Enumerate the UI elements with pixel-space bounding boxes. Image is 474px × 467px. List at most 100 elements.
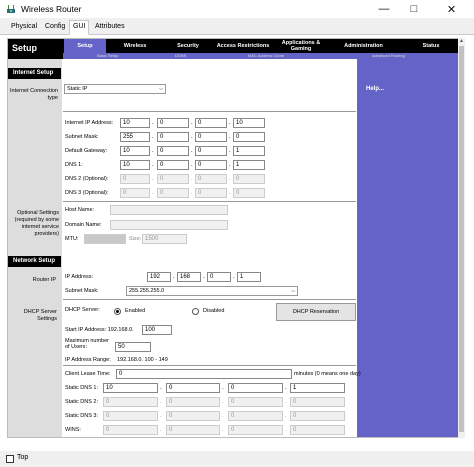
dhcp-settings-label: DHCP Server Settings bbox=[23, 309, 57, 322]
router-ip-octet-4[interactable]: 1 bbox=[237, 272, 261, 282]
static-dns1-label: Static DNS 1: bbox=[65, 385, 99, 391]
static-dns2-label: Static DNS 2: bbox=[65, 399, 99, 405]
wins-octet-2[interactable]: 0 bbox=[166, 425, 220, 435]
lease-time-input[interactable]: 0 bbox=[116, 369, 292, 379]
wins-octet-1[interactable]: 0 bbox=[103, 425, 158, 435]
top-checkbox[interactable] bbox=[6, 455, 14, 463]
max-users-label: Maximum number of Users: bbox=[65, 338, 110, 350]
tab-physical[interactable]: Physical bbox=[8, 21, 40, 34]
static-dns3-octet-3[interactable]: 0 bbox=[228, 411, 283, 421]
wins-octet-3[interactable]: 0 bbox=[228, 425, 283, 435]
subnet-mask-octet-2[interactable]: 0 bbox=[157, 132, 189, 142]
vertical-scrollbar[interactable]: ▲ bbox=[458, 38, 465, 438]
router-ip-octet-3[interactable]: 0 bbox=[207, 272, 231, 282]
mtu-size-input[interactable]: 1500 bbox=[142, 234, 187, 244]
tab-config[interactable]: Config bbox=[42, 21, 68, 34]
static-dns1-octet-4[interactable]: 1 bbox=[290, 383, 345, 393]
static-dns3-octet-4[interactable]: 0 bbox=[290, 411, 345, 421]
scroll-up-icon[interactable]: ▲ bbox=[458, 38, 465, 45]
dns2-octet-3[interactable]: 0 bbox=[195, 174, 227, 184]
domain-name-input[interactable] bbox=[110, 220, 228, 230]
dhcp-reservation-button[interactable]: DHCP Reservation bbox=[276, 303, 356, 321]
help-link[interactable]: Help... bbox=[366, 86, 384, 92]
max-users-input[interactable]: 50 bbox=[115, 342, 151, 352]
dns2-octet-1[interactable]: 0 bbox=[120, 174, 150, 184]
dns2-octet-4[interactable]: 0 bbox=[233, 174, 265, 184]
connection-type-label: Internet Connection type bbox=[9, 88, 58, 101]
dns3-octet-2[interactable]: 0 bbox=[157, 188, 189, 198]
close-button[interactable]: ✕ bbox=[429, 0, 474, 18]
tab-attributes[interactable]: Attributes bbox=[92, 21, 128, 34]
router-ip-octet-1[interactable]: 192 bbox=[147, 272, 171, 282]
octet-separator: . bbox=[222, 427, 224, 433]
left-column bbox=[8, 59, 62, 437]
nav-applications-gaming[interactable]: Applications & Gaming bbox=[273, 39, 329, 53]
octet-separator: . bbox=[152, 148, 154, 154]
octet-separator: . bbox=[191, 148, 193, 154]
dns1-octet-3[interactable]: 0 bbox=[195, 160, 227, 170]
subnav-ddns[interactable]: DDNS bbox=[175, 53, 186, 59]
subnav-mac-address-clone[interactable]: MAC Address Clone bbox=[248, 53, 284, 59]
internet-ip-octet-1[interactable]: 10 bbox=[120, 118, 150, 128]
nav-wireless[interactable]: Wireless bbox=[111, 39, 159, 53]
dns1-octet-4[interactable]: 1 bbox=[233, 160, 265, 170]
octet-separator: . bbox=[229, 120, 231, 126]
gateway-octet-4[interactable]: 1 bbox=[233, 146, 265, 156]
static-dns2-octet-1[interactable]: 0 bbox=[103, 397, 158, 407]
scroll-thumb[interactable] bbox=[459, 46, 464, 432]
maximize-button[interactable]: □ bbox=[399, 0, 429, 18]
octet-separator: . bbox=[229, 190, 231, 196]
host-name-label: Host Name: bbox=[65, 207, 95, 213]
subnet-mask-octet-3[interactable]: 0 bbox=[195, 132, 227, 142]
octet-separator: . bbox=[222, 385, 224, 391]
router-ip-octet-2[interactable]: 168 bbox=[177, 272, 201, 282]
static-dns2-octet-3[interactable]: 0 bbox=[228, 397, 283, 407]
connection-type-select[interactable]: Static IP ⌵ bbox=[64, 84, 166, 94]
router-subnet-label: Subnet Mask: bbox=[65, 288, 99, 294]
static-dns2-octet-2[interactable]: 0 bbox=[166, 397, 220, 407]
octet-separator: . bbox=[203, 274, 205, 280]
internet-ip-octet-4[interactable]: 10 bbox=[233, 118, 265, 128]
network-setup-header: Network Setup bbox=[8, 256, 61, 267]
dns1-octet-1[interactable]: 10 bbox=[120, 160, 150, 170]
gateway-octet-2[interactable]: 0 bbox=[157, 146, 189, 156]
host-name-input[interactable] bbox=[110, 205, 228, 215]
tab-gui[interactable]: GUI bbox=[69, 20, 90, 35]
dns3-octet-3[interactable]: 0 bbox=[195, 188, 227, 198]
dns1-octet-2[interactable]: 0 bbox=[157, 160, 189, 170]
lease-time-label: Client Lease Time: bbox=[65, 371, 111, 377]
octet-separator: . bbox=[229, 134, 231, 140]
gateway-octet-1[interactable]: 10 bbox=[120, 146, 150, 156]
wins-octet-4[interactable]: 0 bbox=[290, 425, 345, 435]
nav-access-restrictions[interactable]: Access Restrictions bbox=[216, 39, 270, 53]
mtu-select[interactable] bbox=[84, 234, 126, 244]
dns3-octet-4[interactable]: 0 bbox=[233, 188, 265, 198]
subnet-mask-octet-1[interactable]: 255 bbox=[120, 132, 150, 142]
dns3-label: DNS 3 (Optional): bbox=[65, 190, 109, 196]
static-dns3-octet-2[interactable]: 0 bbox=[166, 411, 220, 421]
nav-status[interactable]: Status bbox=[406, 39, 456, 53]
dns2-octet-2[interactable]: 0 bbox=[157, 174, 189, 184]
gateway-octet-3[interactable]: 0 bbox=[195, 146, 227, 156]
dhcp-enabled-radio[interactable] bbox=[114, 308, 121, 315]
dns3-octet-1[interactable]: 0 bbox=[120, 188, 150, 198]
start-ip-input[interactable]: 100 bbox=[142, 325, 172, 335]
internet-ip-octet-3[interactable]: 0 bbox=[195, 118, 227, 128]
static-dns1-octet-2[interactable]: 0 bbox=[166, 383, 220, 393]
dhcp-disabled-radio[interactable] bbox=[192, 308, 199, 315]
subnet-mask-octet-4[interactable]: 0 bbox=[233, 132, 265, 142]
minimize-icon: — bbox=[378, 3, 390, 15]
nav-administration[interactable]: Administration bbox=[336, 39, 391, 53]
title-bar: Wireless Router — □ ✕ bbox=[0, 0, 474, 18]
subnav-basic-setup[interactable]: Basic Setup bbox=[97, 53, 118, 59]
nav-security[interactable]: Security bbox=[163, 39, 213, 53]
nav-setup[interactable]: Setup bbox=[64, 39, 106, 53]
static-dns1-octet-3[interactable]: 0 bbox=[228, 383, 283, 393]
static-dns3-octet-1[interactable]: 0 bbox=[103, 411, 158, 421]
router-subnet-select[interactable]: 255.255.255.0 ⌵ bbox=[126, 286, 298, 296]
static-dns1-octet-1[interactable]: 10 bbox=[103, 383, 158, 393]
minimize-button[interactable]: — bbox=[369, 0, 399, 18]
internet-ip-octet-2[interactable]: 0 bbox=[157, 118, 189, 128]
static-dns2-octet-4[interactable]: 0 bbox=[290, 397, 345, 407]
octet-separator: . bbox=[160, 413, 162, 419]
